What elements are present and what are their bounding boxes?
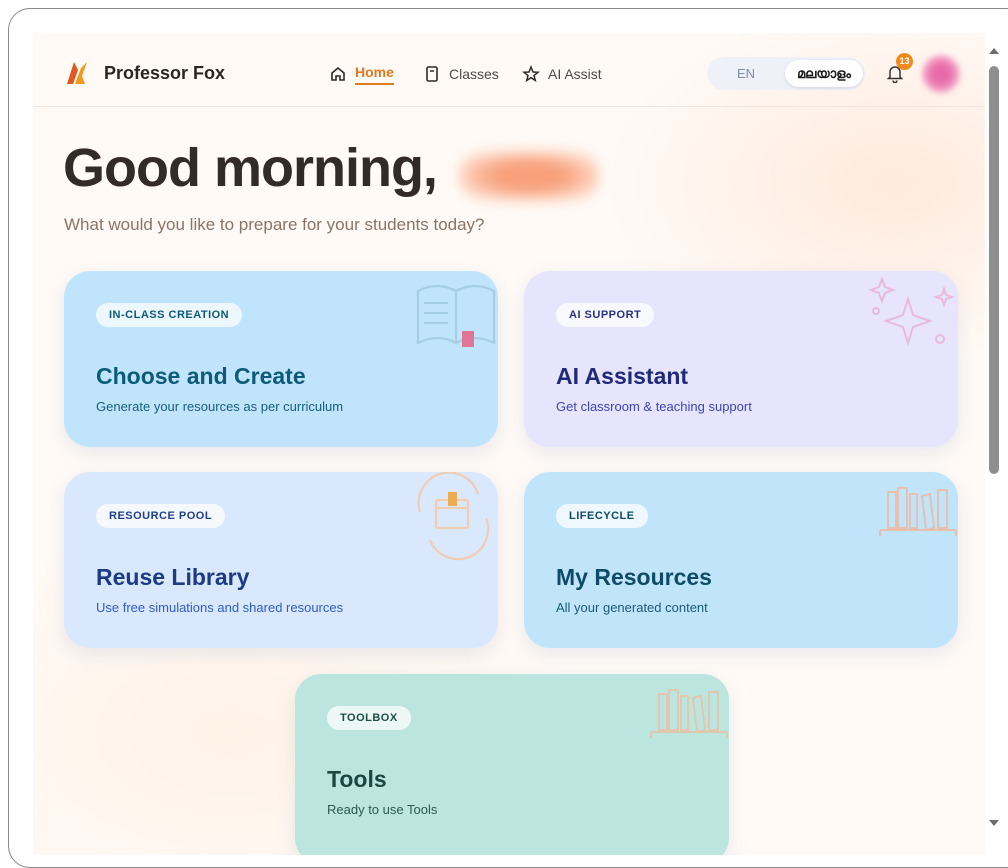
- card-tag: RESOURCE POOL: [96, 504, 226, 528]
- card-tag: IN-CLASS CREATION: [96, 303, 243, 327]
- card-description: Use free simulations and shared resource…: [96, 600, 344, 615]
- card-title: Reuse Library: [96, 564, 250, 590]
- card-tools[interactable]: TOOLBOX Tools Ready to use Tools: [295, 674, 729, 855]
- card-ai-assistant[interactable]: AI SUPPORT AI Assistant Get classroom & …: [524, 271, 958, 447]
- card-description: Get classroom & teaching support: [556, 399, 752, 414]
- card-description: Ready to use Tools: [327, 802, 438, 817]
- nav-ai-assist-label: AI Assist: [548, 66, 602, 82]
- fox-logo-icon: [67, 62, 87, 84]
- sparkle-icon: [868, 276, 956, 347]
- avatar[interactable]: [922, 55, 960, 93]
- card-choose-and-create[interactable]: IN-CLASS CREATION Choose and Create Gene…: [64, 271, 498, 447]
- nav-home-label: Home: [355, 64, 394, 85]
- greeting-title: Good morning,: [63, 138, 438, 198]
- scroll-down-icon[interactable]: [989, 820, 999, 826]
- card-title: AI Assistant: [556, 363, 689, 389]
- bookshelf-icon: [879, 487, 957, 536]
- nav-classes-label: Classes: [449, 66, 499, 82]
- card-tag: AI SUPPORT: [556, 303, 655, 327]
- bookshelf-icon: [650, 689, 728, 738]
- open-book-icon: [416, 284, 496, 347]
- notification-badge: 13: [896, 53, 913, 70]
- lang-en-option[interactable]: EN: [737, 66, 755, 81]
- card-reuse-library[interactable]: RESOURCE POOL Reuse Library Use free sim…: [64, 472, 498, 648]
- card-tag: TOOLBOX: [327, 706, 411, 730]
- home-page: Professor Fox Home Classes AI Assist EN …: [33, 33, 985, 855]
- book-icon: [426, 66, 438, 82]
- card-title: Choose and Create: [96, 363, 306, 389]
- card-title: Tools: [327, 766, 387, 792]
- card-tag: LIFECYCLE: [556, 504, 648, 528]
- star-icon: [522, 65, 540, 83]
- scrollbar-thumb[interactable]: [989, 66, 999, 474]
- nav-home[interactable]: Home: [329, 64, 394, 85]
- card-my-resources[interactable]: LIFECYCLE My Resources All your generate…: [524, 472, 958, 648]
- scroll-up-icon[interactable]: [989, 48, 999, 54]
- card-description: Generate your resources as per curriculu…: [96, 399, 344, 414]
- card-description: All your generated content: [556, 600, 708, 615]
- card-title: My Resources: [556, 564, 712, 590]
- app-window: Professor Fox Home Classes AI Assist EN …: [8, 8, 1008, 868]
- vertical-scrollbar[interactable]: [985, 42, 1003, 834]
- lang-ml-option[interactable]: മലയാളം: [785, 60, 863, 87]
- home-icon: [331, 66, 345, 81]
- brand-name[interactable]: Professor Fox: [104, 63, 225, 84]
- nav-ai-assist[interactable]: AI Assist: [522, 64, 602, 84]
- box-cycle-icon: [417, 472, 490, 561]
- top-nav: Professor Fox Home Classes AI Assist EN …: [33, 33, 985, 107]
- language-toggle[interactable]: EN മലയാളം: [707, 57, 865, 90]
- nav-classes[interactable]: Classes: [423, 64, 499, 84]
- user-name-blurred: [459, 151, 599, 201]
- greeting-subtitle: What would you like to prepare for your …: [64, 215, 485, 234]
